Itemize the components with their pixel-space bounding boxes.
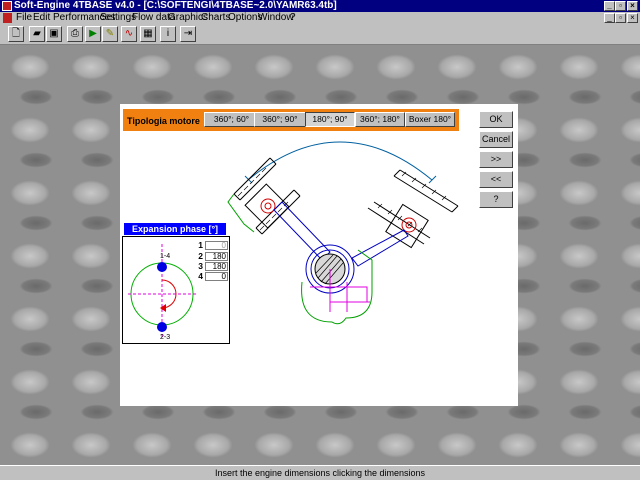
cylinder-number-4: 4 xyxy=(198,271,203,281)
info-icon[interactable]: i xyxy=(160,26,176,42)
menu-window[interactable]: Window xyxy=(258,12,294,24)
menu-edit[interactable]: Edit xyxy=(33,12,50,24)
tipologia-label: Tipologia motore xyxy=(127,116,200,126)
doc-restore-button[interactable]: ▫ xyxy=(615,13,626,23)
previous-button[interactable]: << xyxy=(479,171,513,188)
status-text: Insert the engine dimensions clicking th… xyxy=(214,468,426,478)
ok-button[interactable]: OK xyxy=(479,111,513,128)
save-icon[interactable]: ▣ xyxy=(46,26,62,42)
menu-file[interactable]: File xyxy=(16,12,32,24)
document-icon[interactable] xyxy=(3,13,12,23)
menu-bar: File Edit Performances Settings Flow dat… xyxy=(0,12,640,24)
menu-help[interactable]: ? xyxy=(290,12,296,24)
cylinder-number-2: 2 xyxy=(198,251,203,261)
exit-icon[interactable]: ⇥ xyxy=(180,26,196,42)
cylinder-1-phase-input[interactable]: 0 xyxy=(205,241,228,250)
engine-option-boxer-180[interactable]: Boxer 180° xyxy=(405,112,455,127)
doc-close-button[interactable]: × xyxy=(627,13,638,23)
open-folder-icon[interactable]: ▰ xyxy=(29,26,45,42)
print-icon[interactable]: ⎙ xyxy=(67,26,83,42)
restore-button[interactable]: ▫ xyxy=(615,1,626,11)
label-1-4: 1-4 xyxy=(160,253,171,260)
toolbar: 🗋 ▰ ▣ ⎙ ▶ ✎ ∿ ▦ i ⇥ xyxy=(0,24,640,45)
help-button[interactable]: ? xyxy=(479,191,513,208)
next-button[interactable]: >> xyxy=(479,151,513,168)
status-bar: Insert the engine dimensions clicking th… xyxy=(0,465,640,480)
app-icon[interactable] xyxy=(2,1,12,11)
label-2-3: 2-3 xyxy=(160,334,171,341)
run-icon[interactable]: ▶ xyxy=(85,26,101,42)
cylinder-number-3: 3 xyxy=(198,261,203,271)
cylinder-3-phase-input[interactable]: 180 xyxy=(205,262,228,271)
minimize-button[interactable]: _ xyxy=(604,1,615,11)
table-icon[interactable]: ▦ xyxy=(140,26,156,42)
expansion-phase-title: Expansion phase [°] xyxy=(124,223,226,235)
edit-pencil-icon[interactable]: ✎ xyxy=(102,26,118,42)
engine-option-360-180[interactable]: 360°; 180° xyxy=(355,112,405,127)
close-button[interactable]: × xyxy=(627,1,638,11)
cylinder-number-1: 1 xyxy=(198,240,203,250)
doc-minimize-button[interactable]: _ xyxy=(604,13,615,23)
cancel-button[interactable]: Cancel xyxy=(479,131,513,148)
menu-settings[interactable]: Settings xyxy=(100,12,136,24)
title-bar: Soft-Engine 4TBASE v4.0 - [C:\SOFTENGI\4… xyxy=(0,0,640,12)
engine-cross-section-diagram[interactable] xyxy=(222,132,472,338)
menu-charts[interactable]: Charts xyxy=(201,12,230,24)
cylinder-2-3-marker xyxy=(157,322,167,332)
window-title: Soft-Engine 4TBASE v4.0 - [C:\SOFTENGI\4… xyxy=(14,0,337,11)
cylinder-2-phase-input[interactable]: 180 xyxy=(205,252,228,261)
cylinder-1-4-marker xyxy=(157,262,167,272)
engine-option-360-90[interactable]: 360°; 90° xyxy=(254,112,306,127)
cylinder-4-phase-input[interactable]: 0 xyxy=(205,272,228,281)
engine-option-180-90[interactable]: 180°; 90° xyxy=(305,112,355,127)
new-file-icon[interactable]: 🗋 xyxy=(8,26,24,42)
engine-option-360-60[interactable]: 360°; 60° xyxy=(204,112,259,127)
chart-icon[interactable]: ∿ xyxy=(121,26,137,42)
